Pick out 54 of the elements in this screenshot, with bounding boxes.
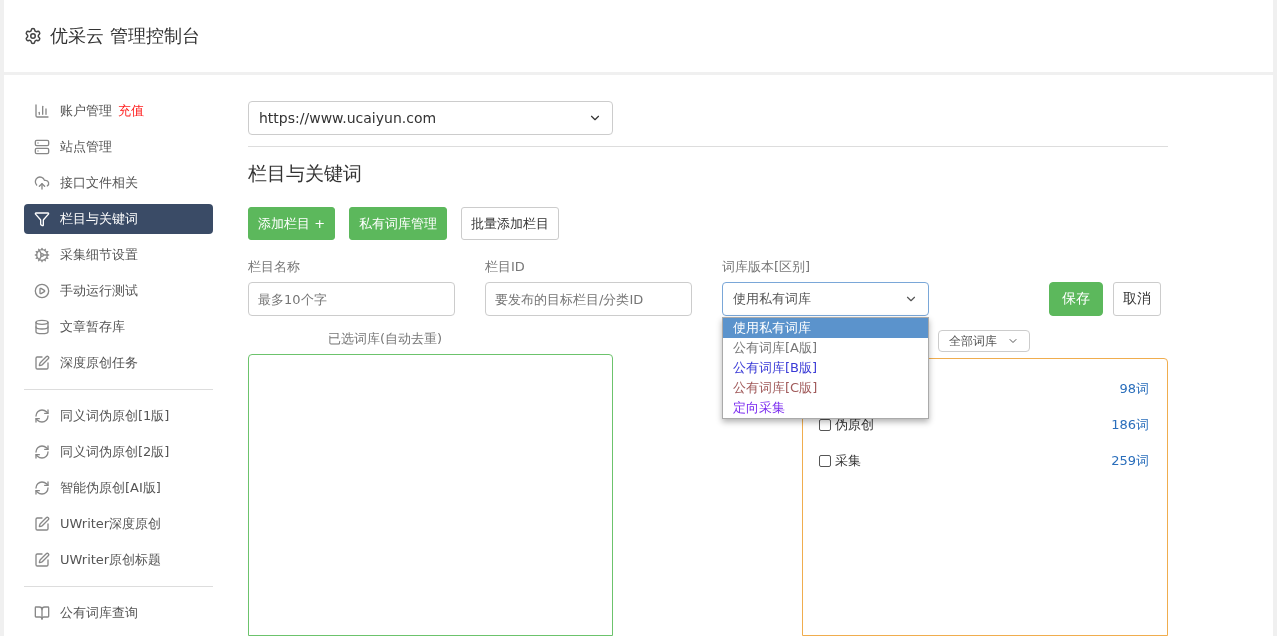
sidebar-item[interactable]: UWriter原创标题 [24, 545, 213, 575]
dropdown-option[interactable]: 定向采集 [723, 398, 928, 418]
name-input[interactable]: 最多10个字 [248, 282, 455, 316]
settings-icon [24, 27, 42, 45]
word-count: 98词 [1119, 380, 1149, 398]
action-button[interactable]: 批量添加栏目 [461, 207, 560, 240]
sidebar-item[interactable]: 深度原创任务 [24, 348, 213, 378]
version-select[interactable]: 使用私有词库 [722, 282, 929, 316]
cloud-upload-icon [34, 175, 50, 191]
gear-icon [34, 247, 50, 263]
edit-icon [34, 355, 50, 371]
play-icon [34, 283, 50, 299]
library-name: 伪原创 [835, 416, 874, 434]
checkbox[interactable] [819, 419, 831, 431]
sidebar-item[interactable]: 文章暂存库 [24, 312, 213, 342]
recharge-link[interactable]: 充值 [118, 102, 144, 120]
sidebar-item[interactable]: 账户管理 充值 [24, 96, 213, 126]
database-icon [34, 319, 50, 335]
edit-icon [34, 516, 50, 532]
dropdown-option[interactable]: 公有词库[A版] [723, 338, 928, 358]
filter-select[interactable]: 全部词库 [938, 330, 1030, 352]
field-label: 词库版本[区别] [722, 258, 812, 276]
refresh-icon [34, 408, 50, 424]
site-select[interactable]: https://www.ucaiyun.com [248, 101, 613, 135]
server-icon [34, 139, 50, 155]
refresh-icon [34, 480, 50, 496]
app-title: 优采云 管理控制台 [50, 24, 200, 48]
field-label: 栏目ID [485, 258, 526, 276]
sidebar-item[interactable]: 手动运行测试 [24, 276, 213, 306]
refresh-icon [34, 444, 50, 460]
id-input[interactable]: 要发布的目标栏目/分类ID [485, 282, 692, 316]
book-icon [34, 605, 50, 621]
checkbox[interactable] [819, 455, 831, 467]
word-count: 186词 [1111, 416, 1149, 434]
sidebar-item[interactable]: 同义词伪原创[1版] [24, 401, 213, 431]
filter-icon [34, 211, 50, 227]
sidebar-item[interactable]: 接口文件相关 [24, 168, 213, 198]
field-label: 已选词库(自动去重) [328, 330, 444, 348]
sidebar-item[interactable]: 栏目与关键词 [24, 204, 213, 234]
section-title: 栏目与关键词 [248, 161, 363, 186]
bar-chart-icon [34, 103, 50, 119]
word-count: 259词 [1111, 452, 1149, 470]
sidebar-item[interactable]: 智能伪原创[AI版] [24, 473, 213, 503]
field-label: 栏目名称 [248, 258, 301, 276]
dropdown-option[interactable]: 公有词库[B版] [723, 358, 928, 378]
sidebar-item[interactable]: 公有词库查询 [24, 598, 213, 628]
cancel-button[interactable]: 取消 [1113, 282, 1161, 316]
edit-icon [34, 552, 50, 568]
sidebar-item[interactable]: UWriter深度原创 [24, 509, 213, 539]
dropdown-option[interactable]: 公有词库[C版] [723, 378, 928, 398]
sidebar-item[interactable]: 站点管理 [24, 132, 213, 162]
library-name: 采集 [835, 452, 861, 470]
sidebar-item[interactable]: 同义词伪原创[2版] [24, 437, 213, 467]
sidebar-item[interactable]: 采集细节设置 [24, 240, 213, 270]
